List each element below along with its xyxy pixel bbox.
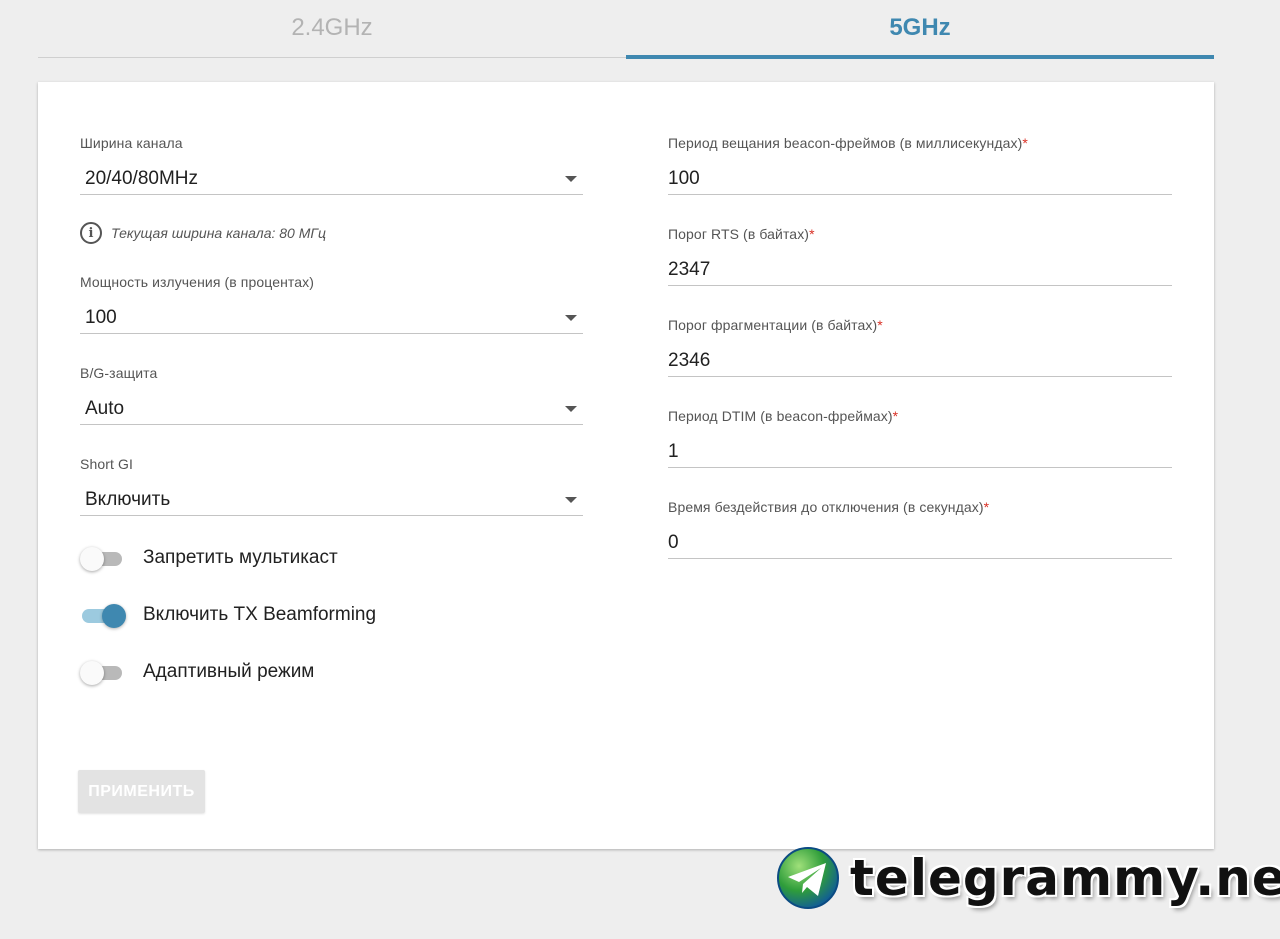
channel-width-value: 20/40/80MHz bbox=[85, 167, 199, 189]
bg-protection-value: Auto bbox=[85, 397, 125, 419]
rts-threshold-input-wrap bbox=[668, 254, 1172, 286]
current-width-hint-text: Текущая ширина канала: 80 МГц bbox=[111, 225, 327, 241]
idle-timeout-field: Время бездействия до отключения (в секун… bbox=[668, 498, 1172, 559]
short-gi-label: Short GI bbox=[80, 456, 133, 472]
toggle-tx-beamforming[interactable]: Включить TX Beamforming bbox=[80, 604, 377, 628]
telegram-globe-icon bbox=[777, 847, 839, 909]
chevron-down-icon bbox=[565, 175, 577, 182]
beacon-period-input-wrap bbox=[668, 163, 1172, 195]
idle-timeout-input[interactable] bbox=[668, 531, 1172, 554]
bg-protection-select[interactable]: Auto bbox=[80, 393, 583, 425]
dtim-period-input[interactable] bbox=[668, 440, 1172, 463]
beacon-period-label: Период вещания beacon-фреймов (в миллисе… bbox=[668, 135, 1028, 151]
disable-multicast-label: Запретить мультикаст bbox=[143, 547, 338, 568]
tx-beamforming-label: Включить TX Beamforming bbox=[143, 604, 377, 625]
dtim-period-field: Период DTIM (в beacon-фреймах)* bbox=[668, 407, 1172, 468]
idle-timeout-label: Время бездействия до отключения (в секун… bbox=[668, 499, 990, 515]
bg-protection-field: B/G-защита Auto bbox=[80, 364, 583, 425]
info-icon: i bbox=[80, 222, 102, 244]
dtim-period-label: Период DTIM (в beacon-фреймах)* bbox=[668, 408, 899, 424]
rts-threshold-input[interactable] bbox=[668, 258, 1172, 281]
rts-threshold-field: Порог RTS (в байтах)* bbox=[668, 225, 1172, 286]
tx-power-label: Мощность излучения (в процентах) bbox=[80, 274, 315, 290]
settings-card: Ширина канала 20/40/80MHz i Текущая шири… bbox=[38, 82, 1214, 849]
apply-button[interactable]: ПРИМЕНИТЬ bbox=[78, 770, 205, 813]
short-gi-select[interactable]: Включить bbox=[80, 484, 583, 516]
beacon-period-input[interactable] bbox=[668, 167, 1172, 190]
frag-threshold-input-wrap bbox=[668, 345, 1172, 377]
tx-power-value: 100 bbox=[85, 306, 117, 328]
tx-power-field: Мощность излучения (в процентах) 100 bbox=[80, 273, 583, 334]
frag-threshold-input[interactable] bbox=[668, 349, 1172, 372]
frag-threshold-label: Порог фрагментации (в байтах)* bbox=[668, 317, 883, 333]
current-width-hint: i Текущая ширина канала: 80 МГц bbox=[80, 222, 326, 244]
adaptive-mode-label: Адаптивный режим bbox=[143, 661, 315, 682]
watermark-text: telegrammy.net bbox=[850, 849, 1280, 907]
tab-2-4ghz[interactable]: 2.4GHz bbox=[38, 0, 626, 57]
short-gi-value: Включить bbox=[85, 488, 171, 510]
channel-width-label: Ширина канала bbox=[80, 135, 183, 151]
tab-5ghz[interactable]: 5GHz bbox=[626, 0, 1214, 59]
rts-threshold-label: Порог RTS (в байтах)* bbox=[668, 226, 815, 242]
channel-width-select[interactable]: 20/40/80MHz bbox=[80, 163, 583, 195]
adaptive-mode-switch[interactable] bbox=[80, 661, 124, 685]
chevron-down-icon bbox=[565, 405, 577, 412]
beacon-period-field: Период вещания beacon-фреймов (в миллисе… bbox=[668, 134, 1172, 195]
channel-width-field: Ширина канала 20/40/80MHz bbox=[80, 134, 583, 195]
watermark: telegrammy.net bbox=[776, 846, 1280, 910]
chevron-down-icon bbox=[565, 496, 577, 503]
dtim-period-input-wrap bbox=[668, 436, 1172, 468]
short-gi-field: Short GI Включить bbox=[80, 455, 583, 516]
chevron-down-icon bbox=[565, 314, 577, 321]
toggle-adaptive-mode[interactable]: Адаптивный режим bbox=[80, 661, 315, 685]
bg-protection-label: B/G-защита bbox=[80, 365, 158, 381]
disable-multicast-switch[interactable] bbox=[80, 547, 124, 571]
tx-beamforming-switch[interactable] bbox=[80, 604, 126, 628]
toggle-disable-multicast[interactable]: Запретить мультикаст bbox=[80, 547, 338, 571]
frag-threshold-field: Порог фрагментации (в байтах)* bbox=[668, 316, 1172, 377]
idle-timeout-input-wrap bbox=[668, 527, 1172, 559]
band-tabs: 2.4GHz 5GHz bbox=[38, 0, 1214, 59]
tx-power-select[interactable]: 100 bbox=[80, 302, 583, 334]
